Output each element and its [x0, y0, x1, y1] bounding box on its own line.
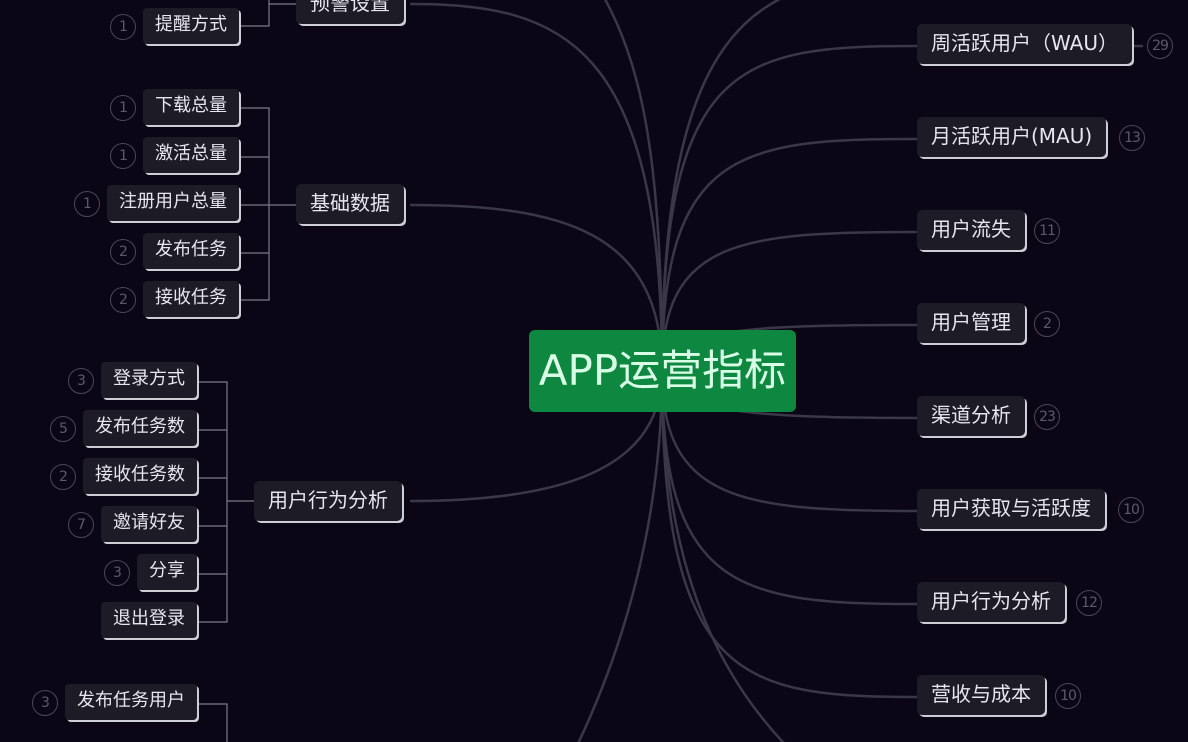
count-badge[interactable]: 1 — [110, 14, 136, 40]
leaf-receive-task[interactable]: 接收任务 — [143, 281, 239, 317]
bracket-behavior — [199, 381, 254, 623]
leaf-activation-total[interactable]: 激活总量 — [143, 137, 239, 173]
count-badge[interactable]: 2 — [1034, 311, 1060, 337]
bracket-alert — [241, 0, 296, 27]
branch-user-behavior-left[interactable]: 用户行为分析 — [254, 481, 402, 521]
count-badge[interactable]: 3 — [32, 690, 58, 716]
branch-revenue-cost[interactable]: 营收与成本 — [917, 675, 1045, 715]
count-badge[interactable]: 7 — [68, 512, 94, 538]
count-badge[interactable]: 2 — [50, 464, 76, 490]
count-badge[interactable]: 10 — [1055, 683, 1081, 709]
count-badge[interactable]: 11 — [1034, 218, 1060, 244]
link-root-up-right — [660, 0, 781, 372]
count-badge[interactable]: 2 — [110, 287, 136, 313]
branch-acquisition-activity[interactable]: 用户获取与活跃度 — [917, 489, 1105, 529]
count-badge[interactable]: 2 — [110, 239, 136, 265]
link-root-revenue — [660, 370, 918, 699]
leaf-reminder-method[interactable]: 提醒方式 — [143, 8, 239, 44]
count-badge[interactable]: 1 — [74, 191, 100, 217]
branch-user-churn[interactable]: 用户流失 — [917, 210, 1025, 250]
root-node[interactable]: APP运营指标 — [529, 330, 796, 412]
branch-basic-data[interactable]: 基础数据 — [296, 184, 404, 224]
bracket-basic — [241, 107, 296, 301]
branch-channel-analysis[interactable]: 渠道分析 — [917, 396, 1025, 436]
leaf-logout[interactable]: 退出登录 — [101, 602, 197, 638]
leaf-published-task-count[interactable]: 发布任务数 — [83, 410, 197, 446]
leaf-registered-users-total[interactable]: 注册用户总量 — [107, 185, 239, 221]
leaf-invite-friends[interactable]: 邀请好友 — [101, 506, 197, 542]
branch-alert-settings[interactable]: 预警设置 — [296, 0, 404, 24]
leaf-share[interactable]: 分享 — [137, 554, 197, 590]
branch-mau[interactable]: 月活跃用户(MAU) — [917, 117, 1107, 157]
count-badge[interactable]: 3 — [68, 368, 94, 394]
branch-user-management[interactable]: 用户管理 — [917, 303, 1025, 343]
branch-wau[interactable]: 周活跃用户（WAU） — [917, 24, 1133, 64]
link-root-down-right — [660, 370, 785, 742]
link-root-up-left — [604, 0, 664, 372]
leaf-download-total[interactable]: 下载总量 — [143, 89, 239, 125]
leaf-publishing-users[interactable]: 发布任务用户 — [65, 684, 197, 720]
count-badge[interactable]: 12 — [1076, 590, 1102, 616]
count-badge[interactable]: 29 — [1147, 33, 1173, 59]
branch-user-behavior-right[interactable]: 用户行为分析 — [917, 582, 1065, 622]
leaf-login-method[interactable]: 登录方式 — [101, 362, 197, 398]
count-badge[interactable]: 23 — [1034, 404, 1060, 430]
count-badge[interactable]: 1 — [110, 95, 136, 121]
count-badge[interactable]: 3 — [104, 560, 130, 586]
count-badge[interactable]: 5 — [50, 416, 76, 442]
count-badge[interactable]: 1 — [110, 143, 136, 169]
leaf-received-task-count[interactable]: 接收任务数 — [83, 458, 197, 494]
count-badge[interactable]: 13 — [1119, 125, 1145, 151]
count-badge[interactable]: 10 — [1118, 497, 1144, 523]
leaf-publish-task[interactable]: 发布任务 — [143, 233, 239, 269]
bracket-bottom — [199, 703, 228, 742]
link-root-alert — [409, 2, 664, 372]
